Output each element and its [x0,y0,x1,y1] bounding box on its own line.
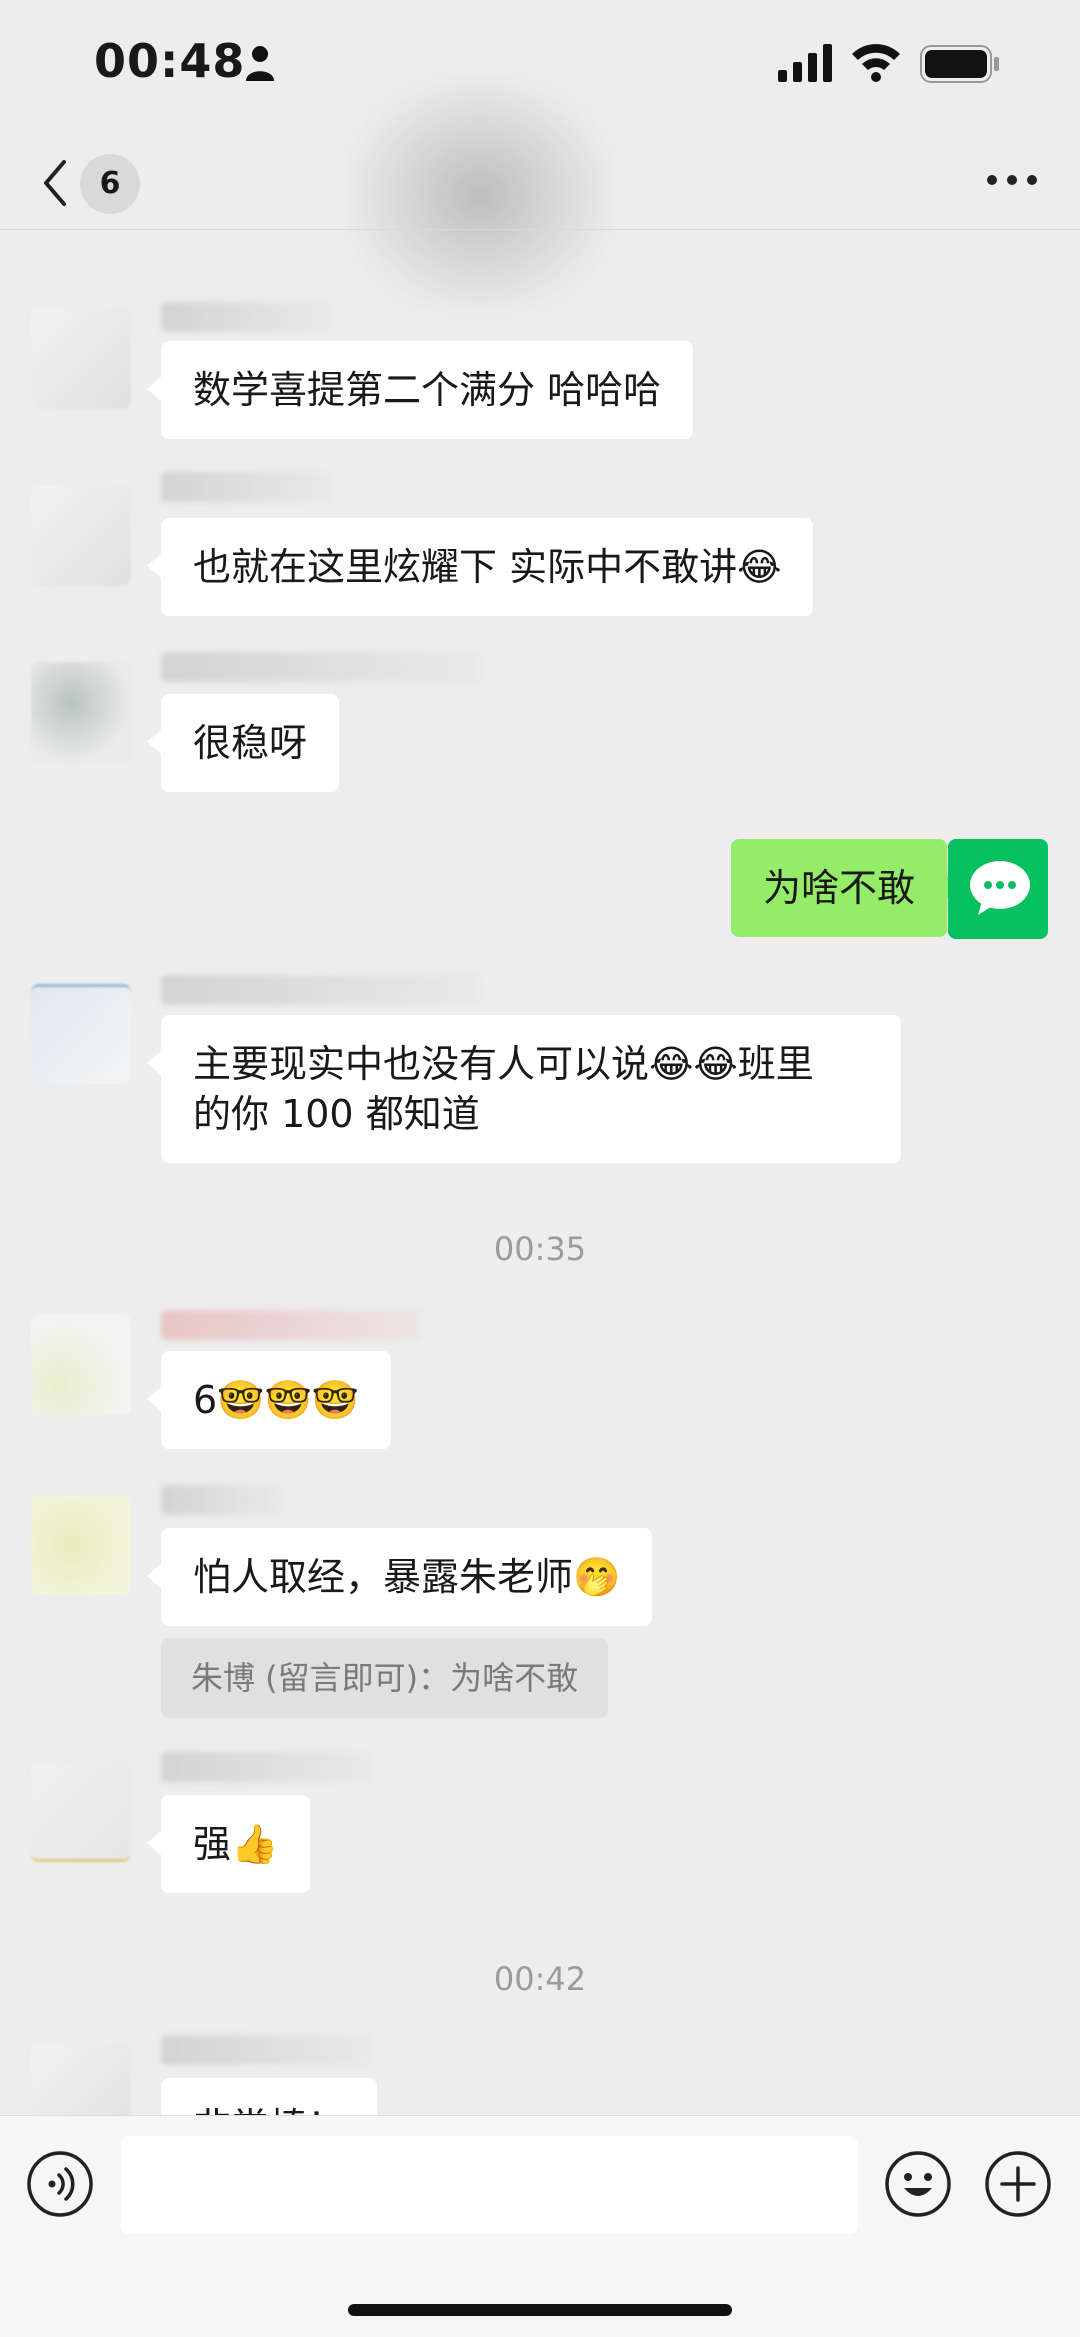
emoji-icon[interactable] [884,2150,952,2218]
input-bar [0,2115,1080,2337]
avatar[interactable] [31,1495,131,1595]
back-button[interactable]: 6 [30,140,150,220]
message-bubble[interactable]: 数学喜提第二个满分 哈哈哈 [146,341,694,439]
avatar[interactable] [31,984,131,1084]
person-icon [246,46,274,81]
avatar[interactable] [31,486,131,586]
timestamp: 00:35 [493,1230,587,1268]
message-bubble[interactable]: 强👍 [146,1795,311,1893]
timestamp: 00:42 [493,1960,587,1998]
unread-badge: 6 [80,154,140,214]
sender-name [161,2035,371,2065]
voice-icon[interactable] [26,2150,94,2218]
message-bubble[interactable]: 6🤓🤓🤓 [146,1351,392,1449]
sender-name [161,1310,421,1340]
my-message-bubble[interactable]: 为啥不敢 [730,839,962,937]
avatar[interactable] [31,662,131,762]
sender-name [161,472,331,502]
signal-icon [778,44,832,82]
message-bubble[interactable]: 也就在这里炫耀下 实际中不敢讲😂 [146,518,814,616]
sender-name [161,652,481,682]
avatar[interactable] [31,1315,131,1415]
sender-name [161,1752,371,1782]
home-indicator [348,2304,732,2316]
message-bubble[interactable]: 怕人取经，暴露朱老师🤭 [146,1528,653,1626]
more-icon[interactable] [980,150,1044,210]
message-input[interactable] [121,2136,858,2234]
avatar[interactable] [31,1762,131,1862]
status-time: 00:48 [94,34,246,88]
quoted-message[interactable]: 朱博 (留言即可)：为啥不敢 [161,1638,609,1718]
wifi-icon [852,44,900,82]
chevron-left-icon [44,160,66,206]
sender-name [161,302,331,332]
nav-bar: 6 [0,130,1080,230]
plus-icon[interactable] [984,2150,1052,2218]
sender-name [161,1485,281,1515]
message-bubble[interactable]: 主要现实中也没有人可以说😂😂班里 的你 100 都知道 [147,1015,901,1163]
battery-icon [920,45,999,83]
message-bubble[interactable]: 很稳呀 [146,694,340,792]
sender-name [161,975,481,1005]
avatar[interactable] [31,309,131,409]
chat-bubble-icon[interactable] [948,839,1048,939]
